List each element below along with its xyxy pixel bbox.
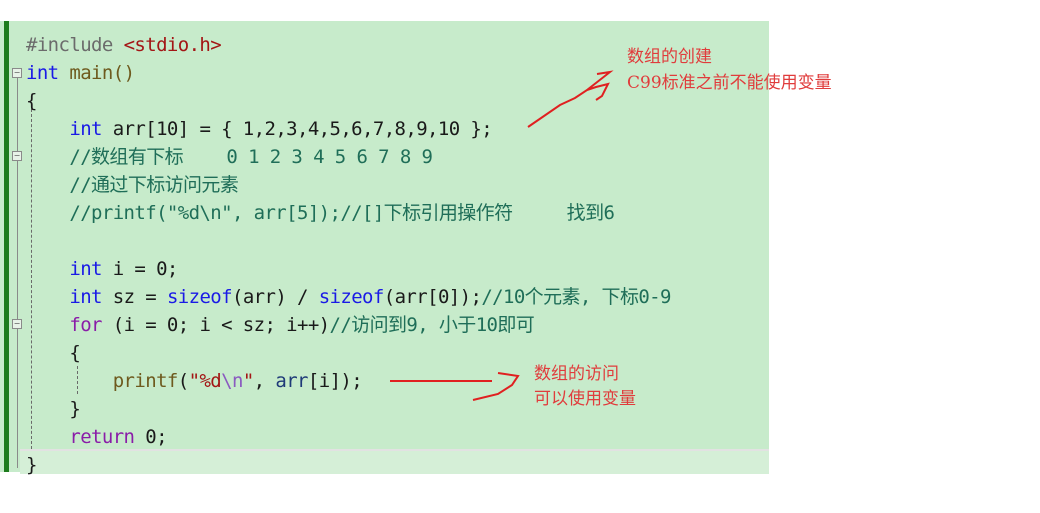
annotation-arrows <box>390 70 614 401</box>
annotation-creation-note: C99标准之前不能使用变量 <box>627 73 832 93</box>
arrow-access <box>390 372 520 401</box>
annotation-creation-title: 数组的创建 <box>627 47 712 67</box>
annotation-access-note: 可以使用变量 <box>534 389 636 409</box>
arrow-creation <box>527 70 614 128</box>
annotation-access-title: 数组的访问 <box>534 364 619 384</box>
